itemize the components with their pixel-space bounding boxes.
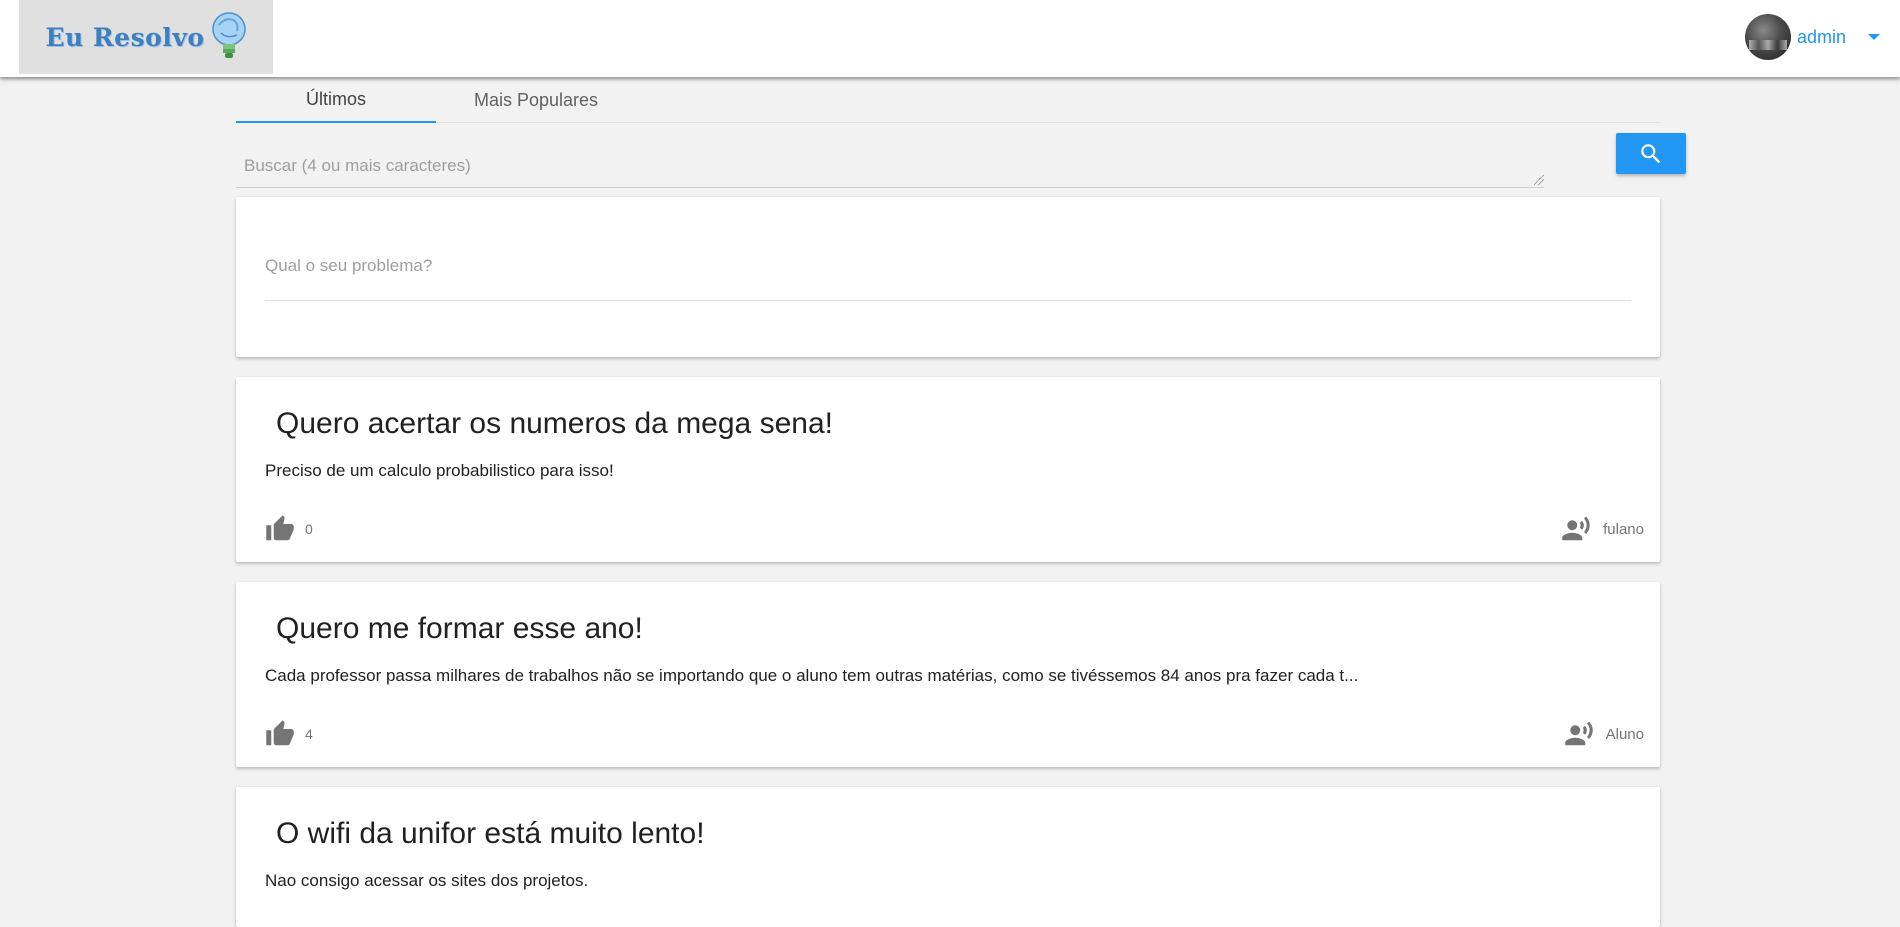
logo-text: Eu Resolvo: [45, 22, 205, 52]
tab-bar: Últimos Mais Populares: [236, 78, 1660, 123]
thumb-up-icon[interactable]: [265, 719, 295, 749]
resize-handle[interactable]: [1534, 175, 1544, 185]
logo[interactable]: Eu Resolvo: [19, 0, 273, 74]
search-button[interactable]: [1616, 133, 1686, 174]
new-problem-card: [236, 197, 1660, 357]
record-voice-icon: [1562, 516, 1590, 541]
new-problem-input[interactable]: [265, 229, 1631, 301]
post-body: Nao consigo acessar os sites dos projeto…: [265, 871, 589, 890]
like-area: 0: [265, 514, 313, 544]
author-name: fulano: [1603, 520, 1644, 538]
user-menu[interactable]: admin: [1744, 14, 1880, 60]
top-app-bar: Eu Resolvo admin: [0, 0, 1900, 77]
avatar[interactable]: [1744, 14, 1791, 60]
post-title[interactable]: O wifi da unifor está muito lento!: [276, 817, 705, 851]
like-count: 4: [305, 726, 313, 742]
search-field: [236, 150, 1544, 188]
post-title[interactable]: Quero acertar os numeros da mega sena!: [276, 407, 833, 441]
search-input[interactable]: [236, 150, 1544, 187]
tab-mais-populares[interactable]: Mais Populares: [436, 78, 636, 123]
tab-ultimos[interactable]: Últimos: [236, 78, 436, 123]
caret-down-icon[interactable]: [1868, 34, 1880, 40]
search-icon: [1641, 143, 1661, 163]
post-card[interactable]: Quero me formar esse ano! Cada professor…: [236, 582, 1660, 767]
post-title[interactable]: Quero me formar esse ano!: [276, 612, 643, 646]
post-body: Preciso de um calculo probabilistico par…: [265, 461, 614, 480]
author-area: fulano: [1561, 514, 1644, 544]
record-voice-icon: [1564, 721, 1593, 746]
post-body: Cada professor passa milhares de trabalh…: [265, 666, 1359, 685]
like-count: 0: [305, 521, 313, 537]
like-area: 4: [265, 719, 313, 749]
post-card[interactable]: O wifi da unifor está muito lento! Nao c…: [236, 787, 1660, 927]
thumb-up-icon[interactable]: [265, 514, 295, 544]
author-area: Aluno: [1564, 719, 1644, 749]
author-name: Aluno: [1605, 725, 1644, 743]
lightbulb-icon: [211, 12, 246, 58]
user-name[interactable]: admin: [1797, 27, 1846, 48]
post-card[interactable]: Quero acertar os numeros da mega sena! P…: [236, 377, 1660, 562]
